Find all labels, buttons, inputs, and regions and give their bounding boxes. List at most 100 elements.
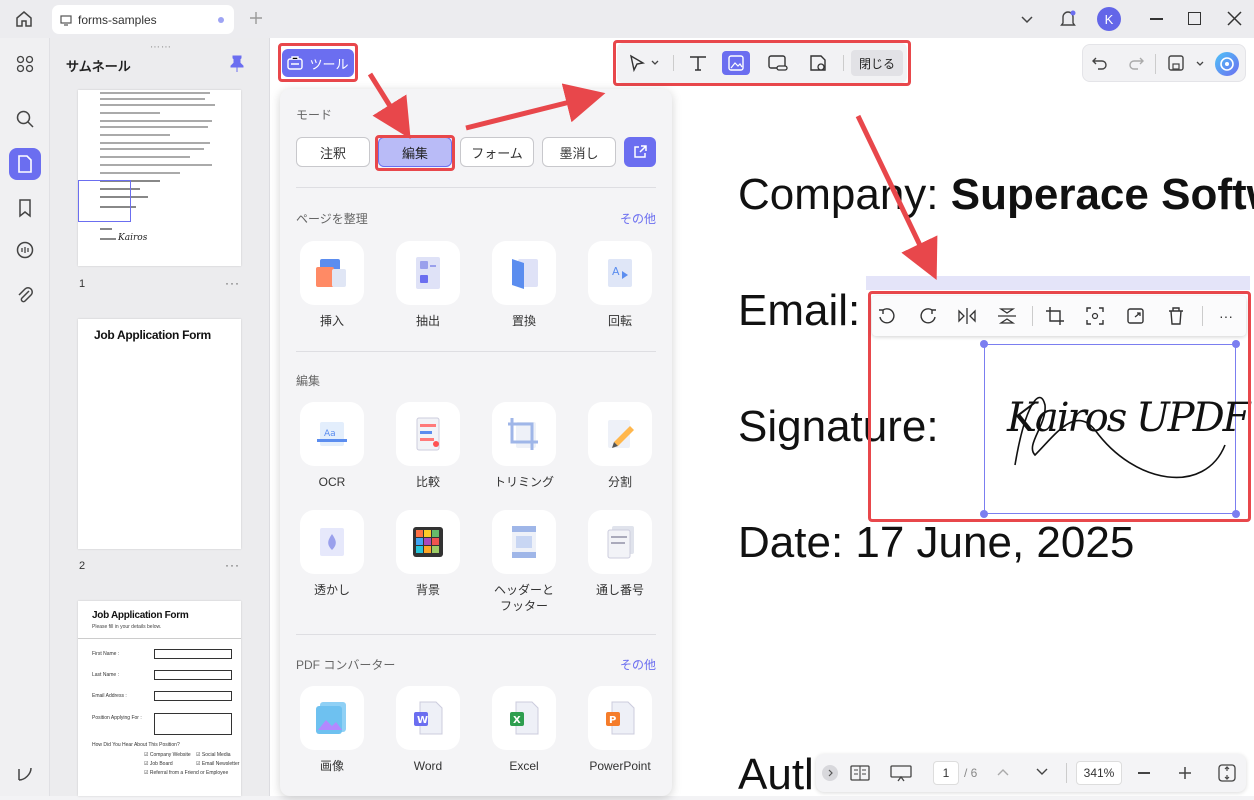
- bookmark-icon[interactable]: [9, 192, 41, 224]
- add-image-icon[interactable]: [722, 51, 750, 75]
- chevron-down-icon[interactable]: [647, 51, 663, 75]
- flip-vertical-icon[interactable]: [996, 306, 1018, 326]
- watermark-tool[interactable]: 透かし: [294, 510, 370, 598]
- extract-image-icon[interactable]: [1084, 306, 1106, 326]
- split-tool[interactable]: 分割: [582, 402, 658, 490]
- form-option: ☑ Referral from a Friend or Employee: [144, 770, 229, 776]
- convert-word-label: Word: [413, 759, 443, 773]
- insert-tool[interactable]: 挿入: [294, 241, 370, 329]
- header-footer-tool[interactable]: ヘッダーと フッター: [486, 510, 562, 614]
- minimize-icon[interactable]: [1150, 18, 1163, 20]
- redo-icon[interactable]: [1127, 54, 1145, 72]
- crop-icon[interactable]: [1044, 306, 1066, 326]
- bates-number-tool[interactable]: 通し番号: [582, 510, 658, 598]
- page-layout-icon[interactable]: [850, 764, 870, 782]
- apps-grid-icon[interactable]: [9, 48, 41, 80]
- undo-icon[interactable]: [1091, 54, 1109, 72]
- compare-tool[interactable]: 比較: [390, 402, 466, 490]
- open-external-icon[interactable]: [624, 137, 656, 167]
- attachment-icon[interactable]: [9, 279, 41, 311]
- notification-bell-icon[interactable]: [1059, 9, 1077, 29]
- page-number-input[interactable]: 1: [933, 761, 959, 785]
- search-icon[interactable]: [9, 103, 41, 135]
- mode-form-button[interactable]: フォーム: [460, 137, 534, 167]
- page-more-1[interactable]: ···: [225, 276, 240, 290]
- previous-page-icon[interactable]: [996, 766, 1010, 778]
- thumbnail-page-1[interactable]: Kairos: [78, 90, 241, 266]
- convert-image-label: 画像: [319, 759, 344, 773]
- comment-icon[interactable]: [9, 235, 41, 267]
- home-icon[interactable]: [14, 9, 34, 29]
- document-tab-icon: [60, 14, 72, 26]
- thumbnail-page-icon[interactable]: [9, 148, 41, 180]
- close-window-icon[interactable]: [1227, 11, 1242, 26]
- email-label: Email:: [738, 286, 861, 335]
- user-avatar[interactable]: K: [1097, 7, 1121, 31]
- compare-icon: [396, 402, 460, 466]
- split-label: 分割: [607, 475, 632, 489]
- crop-tool[interactable]: トリミング: [486, 402, 562, 490]
- form-field-label: Email Address :: [92, 693, 127, 699]
- background-tool[interactable]: 背景: [390, 510, 466, 598]
- close-edit-button[interactable]: 閉じる: [851, 50, 903, 76]
- thumbnail-page-2[interactable]: Job Application Form: [78, 319, 241, 549]
- more-options-icon[interactable]: ···: [1215, 306, 1237, 326]
- flip-horizontal-icon[interactable]: [956, 306, 978, 326]
- replace-image-icon[interactable]: [1125, 306, 1147, 326]
- page-number-1: 1: [79, 278, 86, 290]
- save-icon[interactable]: [1167, 54, 1185, 72]
- presentation-icon[interactable]: [890, 764, 912, 782]
- header-footer-icon: [492, 510, 556, 574]
- layers-icon[interactable]: [9, 758, 41, 790]
- ai-assistant-icon[interactable]: [1215, 52, 1239, 76]
- collapse-bar-icon[interactable]: [822, 765, 838, 781]
- add-stamp-icon[interactable]: [804, 51, 832, 75]
- page-2-heading: Job Application Form: [94, 328, 211, 342]
- page-more-2[interactable]: ···: [225, 558, 240, 572]
- pin-icon[interactable]: [230, 55, 244, 73]
- form-option: ☑ Social Media: [196, 752, 231, 758]
- delete-icon[interactable]: [1165, 306, 1187, 326]
- new-tab-icon[interactable]: [248, 10, 264, 26]
- convert-excel-tool[interactable]: X Excel: [486, 686, 562, 774]
- tools-button-label: ツール: [309, 56, 349, 72]
- page-number-2: 2: [79, 560, 86, 572]
- convert-powerpoint-tool[interactable]: P PowerPoint: [582, 686, 658, 774]
- extract-tool[interactable]: 抽出: [390, 241, 466, 329]
- extract-page-icon: [396, 241, 460, 305]
- maximize-icon[interactable]: [1188, 12, 1201, 25]
- convert-word-tool[interactable]: W Word: [390, 686, 466, 774]
- thumbnail-page-3[interactable]: Job Application Form Please fill in your…: [78, 601, 241, 796]
- document-tab[interactable]: forms-samples: [52, 5, 234, 34]
- background-label: 背景: [415, 583, 440, 597]
- next-page-icon[interactable]: [1035, 766, 1049, 778]
- ocr-tool[interactable]: Aa OCR: [294, 402, 370, 490]
- left-rail: [0, 38, 50, 796]
- chevron-down-icon[interactable]: [1195, 59, 1205, 69]
- tools-button[interactable]: ツール: [282, 49, 354, 77]
- header-footer-label: ヘッダーと フッター: [493, 583, 554, 613]
- zoom-in-icon[interactable]: [1178, 766, 1192, 780]
- rotate-left-icon[interactable]: [876, 306, 898, 326]
- replace-tool[interactable]: 置換: [486, 241, 562, 329]
- rotate-tool[interactable]: A 回転: [582, 241, 658, 329]
- add-text-icon[interactable]: [684, 51, 712, 75]
- watermark-icon: [300, 510, 364, 574]
- convert-title: PDF コンバーター: [296, 658, 396, 672]
- svg-text:Aa: Aa: [324, 429, 336, 439]
- mode-redact-button[interactable]: 墨消し: [542, 137, 616, 167]
- rotate-right-icon[interactable]: [917, 306, 939, 326]
- add-link-icon[interactable]: [764, 51, 792, 75]
- drag-handle[interactable]: ⋯⋯: [150, 42, 172, 53]
- form-option: ☑ Email Newsletter: [196, 761, 240, 767]
- insert-label: 挿入: [319, 314, 344, 328]
- image-file-icon: [300, 686, 364, 750]
- convert-more-link[interactable]: その他: [620, 656, 656, 673]
- convert-image-tool[interactable]: 画像: [294, 686, 370, 774]
- zoom-out-icon[interactable]: [1138, 772, 1150, 774]
- fit-page-icon[interactable]: [1218, 764, 1236, 782]
- zoom-level[interactable]: 341%: [1076, 761, 1122, 785]
- organize-more-link[interactable]: その他: [620, 210, 656, 227]
- mode-annotate-button[interactable]: 注釈: [296, 137, 370, 167]
- chevron-down-icon[interactable]: [1020, 12, 1034, 26]
